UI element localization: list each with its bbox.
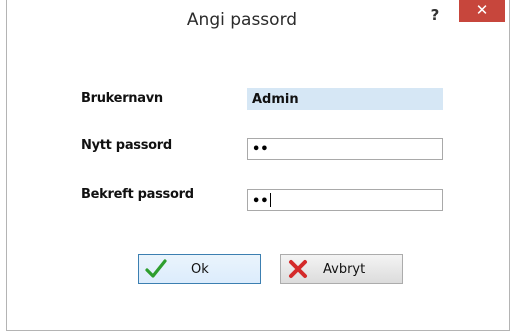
dialog-title: Angi passord [186, 10, 298, 30]
username-value: Admin [252, 92, 299, 107]
confirm-password-field[interactable]: •• [247, 189, 443, 211]
title-bar[interactable]: Angi passord ? ✕ [7, 0, 509, 40]
cancel-button[interactable]: Avbryt [280, 254, 403, 284]
new-password-field[interactable]: •• [247, 138, 443, 160]
close-button[interactable]: ✕ [459, 0, 505, 22]
help-button[interactable]: ? [425, 6, 445, 26]
new-password-value: •• [252, 142, 269, 157]
dialog-window: Angi passord ? ✕ Brukernavn Admin Nytt p… [6, 0, 510, 331]
dialog-content: Brukernavn Admin Nytt passord •• Bekreft… [9, 40, 505, 329]
checkmark-icon [145, 259, 167, 278]
ok-button[interactable]: Ok [138, 254, 261, 284]
username-label: Brukernavn [81, 91, 163, 106]
confirm-password-value: •• [252, 194, 269, 209]
text-caret [269, 193, 271, 207]
confirm-password-label: Bekreft passord [81, 187, 194, 202]
username-field: Admin [247, 88, 443, 110]
red-x-icon [289, 260, 307, 278]
new-password-label: Nytt passord [81, 138, 172, 153]
ok-button-label: Ok [191, 262, 209, 277]
close-icon: ✕ [475, 2, 489, 19]
cancel-button-label: Avbryt [323, 262, 366, 277]
